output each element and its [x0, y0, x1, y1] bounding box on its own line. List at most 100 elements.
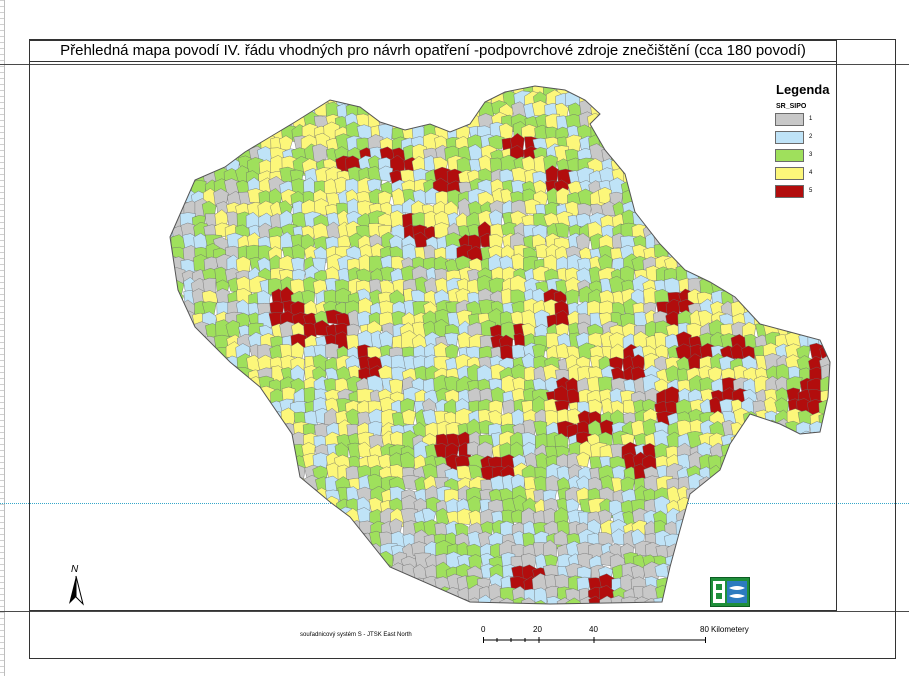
- subcatchment-cell: [235, 465, 253, 482]
- subcatchment-cell: [722, 90, 737, 109]
- subcatchment-cell: [674, 86, 689, 98]
- subcatchment-cell: [731, 225, 746, 241]
- subcatchment-cell: [744, 135, 761, 150]
- subcatchment-cell: [358, 567, 376, 586]
- subcatchment-cell: [270, 543, 285, 559]
- subcatchment-cell: [260, 412, 277, 430]
- subcatchment-cell: [225, 508, 240, 527]
- subcatchment-cell: [829, 444, 830, 461]
- subcatchment-cell: [303, 532, 318, 551]
- subcatchment-cell: [653, 86, 672, 98]
- subcatchment-cell: [665, 236, 680, 254]
- subcatchment-cell: [754, 302, 769, 319]
- subcatchment-cell: [765, 442, 781, 461]
- subcatchment-cell: [170, 488, 175, 505]
- subcatchment-cell: [832, 477, 835, 494]
- subcatchment-cell: [797, 498, 813, 516]
- subcatchment-cell: [180, 398, 195, 417]
- subcatchment-cell: [170, 324, 176, 340]
- subcatchment-cell: [337, 566, 351, 584]
- subcatchment-cell: [191, 519, 208, 539]
- subcatchment-cell: [765, 234, 781, 253]
- map-title: Přehledná mapa povodí IV. řádu vhodných …: [29, 40, 837, 62]
- subcatchment-cell: [809, 267, 825, 283]
- subcatchment-cell: [765, 202, 782, 220]
- subcatchment-cell: [390, 575, 406, 592]
- subcatchment-cell: [774, 287, 791, 304]
- subcatchment-cell: [829, 499, 830, 516]
- subcatchment-cell: [832, 236, 835, 251]
- subcatchment-cell: [170, 320, 186, 340]
- subcatchment-cell: [752, 246, 767, 262]
- subcatchment-cell: [224, 443, 238, 462]
- subcatchment-cell: [809, 209, 827, 229]
- subcatchment-cell: [743, 233, 757, 248]
- subcatchment-cell: [170, 531, 176, 549]
- subcatchment-cell: [686, 86, 701, 97]
- subcatchment-cell: [788, 433, 803, 452]
- subcatchment-cell: [808, 301, 824, 319]
- subcatchment-cell: [743, 508, 759, 527]
- subcatchment-cell: [752, 145, 768, 162]
- subcatchment-cell: [183, 333, 201, 352]
- subcatchment-cell: [445, 91, 462, 110]
- subcatchment-cell: [820, 586, 830, 603]
- subcatchment-cell: [324, 566, 342, 583]
- subcatchment-cell: [832, 466, 835, 482]
- subcatchment-cell: [741, 429, 757, 447]
- subcatchment-cell: [829, 379, 830, 396]
- subcatchment-cell: [224, 408, 241, 426]
- subcatchment-cell: [304, 543, 320, 563]
- subcatchment-cell: [742, 444, 757, 462]
- subcatchment-cell: [685, 191, 700, 207]
- subcatchment-cell: [654, 222, 671, 242]
- subcatchment-cell: [378, 86, 394, 100]
- subcatchment-cell: [708, 103, 724, 123]
- subcatchment-cell: [215, 92, 231, 110]
- subcatchment-cell: [774, 507, 791, 526]
- subcatchment-cell: [708, 234, 724, 254]
- subcatchment-cell: [215, 553, 231, 570]
- subcatchment-cell: [708, 212, 723, 232]
- subcatchment-cell: [226, 552, 243, 573]
- subcatchment-cell: [182, 555, 196, 573]
- subcatchment-cell: [456, 508, 472, 525]
- subcatchment-cell: [269, 466, 287, 484]
- subcatchment-cell: [280, 554, 297, 573]
- subcatchment-cell: [788, 311, 804, 330]
- subcatchment-cell: [829, 575, 830, 591]
- subcatchment-cell: [807, 311, 824, 329]
- subcatchment-cell: [302, 519, 320, 535]
- subcatchment-cell: [765, 596, 781, 604]
- subcatchment-cell: [237, 428, 253, 450]
- subcatchment-cell: [667, 136, 684, 152]
- subcatchment-cell: [676, 201, 694, 219]
- subcatchment-cell: [776, 584, 794, 603]
- subcatchment-cell: [731, 212, 748, 228]
- subcatchment-cell: [202, 335, 217, 354]
- subcatchment-cell: [344, 540, 360, 556]
- subcatchment-cell: [170, 585, 174, 604]
- subcatchment-cell: [171, 533, 186, 550]
- subcatchment-cell: [170, 430, 173, 450]
- subcatchment-cell: [238, 544, 255, 559]
- subcatchment-cell: [711, 201, 728, 221]
- subcatchment-cell: [346, 86, 361, 99]
- subcatchment-cell: [170, 311, 174, 328]
- subcatchment-cell: [224, 435, 239, 452]
- subcatchment-cell: [215, 475, 230, 493]
- subcatchment-cell: [817, 245, 830, 260]
- subcatchment-cell: [247, 90, 263, 108]
- subcatchment-cell: [762, 575, 780, 594]
- subcatchment-cell: [205, 596, 221, 604]
- subcatchment-cell: [708, 122, 726, 142]
- subcatchment-cell: [192, 585, 210, 603]
- subcatchment-cell: [732, 511, 751, 526]
- subcatchment-cell: [279, 564, 297, 583]
- subcatchment-cell: [224, 488, 239, 504]
- subcatchment-cell: [170, 91, 186, 111]
- subcatchment-cell: [334, 521, 351, 538]
- subcatchment-cell: [236, 453, 253, 472]
- subcatchment-cell: [270, 86, 285, 96]
- subcatchment-cell: [719, 487, 738, 507]
